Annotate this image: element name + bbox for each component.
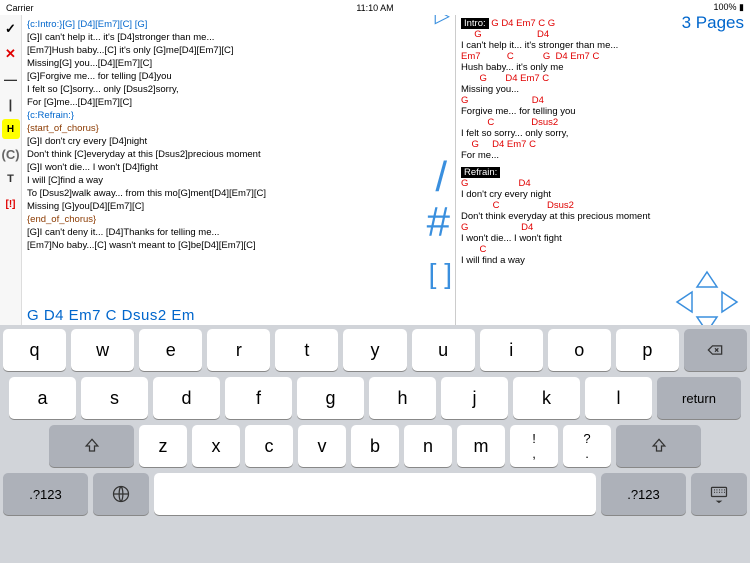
key-period[interactable]: ?. [563, 425, 611, 467]
hash-button[interactable]: # [427, 215, 450, 228]
key-p[interactable]: p [616, 329, 679, 371]
chord-line: C Dsus2 [461, 200, 745, 211]
editor-line[interactable]: {end_of_chorus} [27, 213, 450, 226]
page-count: 3 Pages [682, 17, 744, 28]
key-x[interactable]: x [192, 425, 240, 467]
lyric-line: I don't cry every night [461, 189, 745, 200]
minus-button[interactable]: — [2, 69, 20, 89]
lyric-line: Forgive me... for telling you [461, 106, 745, 117]
brackets-button[interactable]: [ ] [429, 267, 452, 280]
navigation-dpad[interactable] [672, 267, 742, 325]
lyric-line: I won't die... I won't fight [461, 233, 745, 244]
space-key[interactable] [154, 473, 596, 515]
time-label: 11:10 AM [356, 3, 393, 13]
key-d[interactable]: d [153, 377, 220, 419]
play-icon[interactable]: ▷ [435, 15, 450, 23]
key-e[interactable]: e [139, 329, 202, 371]
return-key[interactable]: return [657, 377, 741, 419]
editor-line[interactable]: For [G]me...[D4][Em7][C] [27, 96, 450, 109]
key-a[interactable]: a [9, 377, 76, 419]
chord-line: C [461, 244, 745, 255]
editor-line[interactable]: [G]I don't cry every [D4]night [27, 135, 450, 148]
key-b[interactable]: b [351, 425, 399, 467]
preview-pane: 3 Pages Intro: G D4 Em7 C G G D4 I can't … [455, 15, 750, 325]
lyric-line: Missing you... [461, 84, 745, 95]
key-n[interactable]: n [404, 425, 452, 467]
intro-chords: G D4 Em7 C G [489, 18, 556, 29]
battery-label: 100% ▮ [714, 2, 744, 13]
editor-line[interactable]: I will [C]find a way [27, 174, 450, 187]
editor-line[interactable]: I felt so [C]sorry... only [Dsus2]sorry, [27, 83, 450, 96]
key-v[interactable]: v [298, 425, 346, 467]
intro-label: Intro: [461, 18, 489, 29]
cancel-button[interactable]: ✕ [2, 44, 20, 64]
chord-line: G D4 Em7 C [461, 139, 745, 150]
lyric-line: For me... [461, 150, 745, 161]
refrain-label: Refrain: [461, 167, 500, 178]
chord-line: G D4 [461, 222, 745, 233]
lyric-line: I felt so sorry... only sorry, [461, 128, 745, 139]
lyric-line: I can't help it... it's stronger than me… [461, 40, 745, 51]
key-q[interactable]: q [3, 329, 66, 371]
key-i[interactable]: i [480, 329, 543, 371]
shift-key[interactable] [49, 425, 134, 467]
editor-line[interactable]: {c:Intro:}[G] [D4][Em7][C] [G] [27, 18, 450, 31]
globe-key[interactable] [93, 473, 149, 515]
left-toolbar: ✓ ✕ — | H (C) T [!] [0, 15, 22, 325]
shift-key-right[interactable] [616, 425, 701, 467]
editor-line[interactable]: [Em7]Hush baby...[C] it's only [G]me[D4]… [27, 44, 450, 57]
editor-line[interactable]: [G]Forgive me... for telling [D4]you [27, 70, 450, 83]
lyric-line: Don't think everyday at this precious mo… [461, 211, 745, 222]
key-t[interactable]: t [275, 329, 338, 371]
key-u[interactable]: u [412, 329, 475, 371]
key-c[interactable]: c [245, 425, 293, 467]
editor-line[interactable]: [G]I can't help it... it's [D4]stronger … [27, 31, 450, 44]
key-f[interactable]: f [225, 377, 292, 419]
lyric-line: Hush baby... it's only me [461, 62, 745, 73]
backspace-key[interactable] [684, 329, 747, 371]
accept-button[interactable]: ✓ [2, 19, 20, 39]
key-h[interactable]: h [369, 377, 436, 419]
chord-line: Em7 C G D4 Em7 C [461, 51, 745, 62]
key-g[interactable]: g [297, 377, 364, 419]
editor-line[interactable]: [G]I can't deny it... [D4]Thanks for tel… [27, 226, 450, 239]
key-l[interactable]: l [585, 377, 652, 419]
editor-line[interactable]: Missing [G]you[D4][Em7][C] [27, 200, 450, 213]
lyric-line: I will find a way [461, 255, 745, 266]
key-z[interactable]: z [139, 425, 187, 467]
key-y[interactable]: y [343, 329, 406, 371]
warning-button[interactable]: [!] [2, 194, 20, 214]
chord-line: G D4 [461, 178, 745, 189]
editor-line[interactable]: [G]I won't die... I won't [D4]fight [27, 161, 450, 174]
numbers-key-right[interactable]: .?123 [601, 473, 686, 515]
editor-line[interactable]: {start_of_chorus} [27, 122, 450, 135]
key-w[interactable]: w [71, 329, 134, 371]
numbers-key[interactable]: .?123 [3, 473, 88, 515]
chord-button[interactable]: (C) [2, 144, 20, 164]
key-o[interactable]: o [548, 329, 611, 371]
key-r[interactable]: r [207, 329, 270, 371]
pipe-button[interactable]: | [2, 94, 20, 114]
text-button[interactable]: T [2, 169, 20, 189]
key-comma[interactable]: !, [510, 425, 558, 467]
highlight-button[interactable]: H [2, 119, 20, 139]
editor-line[interactable]: Don't think [C]everyday at this [Dsus2]p… [27, 148, 450, 161]
chord-line: G D4 Em7 C [461, 73, 745, 84]
chord-suggestions[interactable]: G D4 Em7 C Dsus2 Em [27, 309, 195, 322]
carrier-label: Carrier [6, 3, 34, 13]
key-k[interactable]: k [513, 377, 580, 419]
editor-line[interactable]: [Em7]No baby...[C] wasn't meant to [G]be… [27, 239, 450, 252]
chord-line: G D4 [461, 95, 745, 106]
key-j[interactable]: j [441, 377, 508, 419]
chord-line: C Dsus2 [461, 117, 745, 128]
editor-line[interactable]: {c:Refrain:} [27, 109, 450, 122]
editor-line[interactable]: To [Dsus2]walk away... from this mo[G]me… [27, 187, 450, 200]
source-editor[interactable]: {c:Intro:}[G] [D4][Em7][C] [G] [G]I can'… [22, 15, 455, 325]
hide-keyboard-key[interactable] [691, 473, 747, 515]
editor-line[interactable]: Missing[G] you...[D4][Em7][C] [27, 57, 450, 70]
slash-button[interactable]: / [435, 170, 447, 183]
key-s[interactable]: s [81, 377, 148, 419]
key-m[interactable]: m [457, 425, 505, 467]
keyboard: qwertyuiop asdfghjklreturn zxcvbnm!,?. .… [0, 325, 750, 563]
